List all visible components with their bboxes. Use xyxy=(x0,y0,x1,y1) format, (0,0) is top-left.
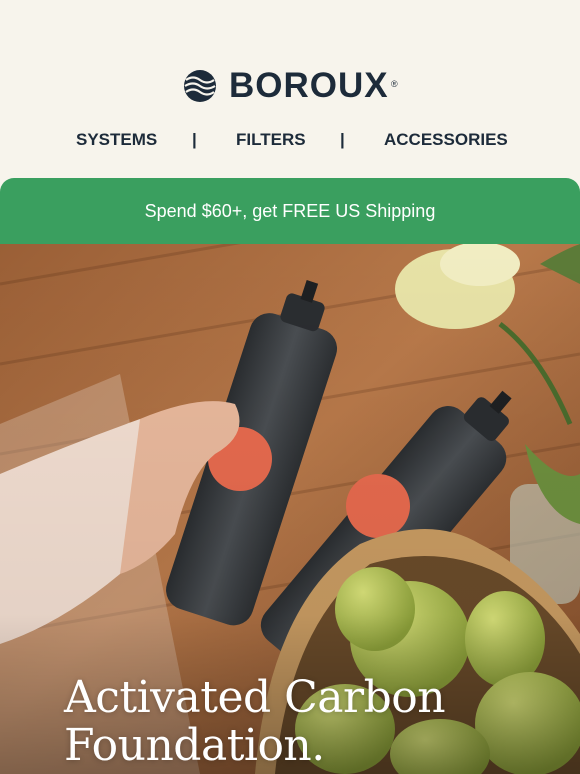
nav-separator: | xyxy=(340,130,345,149)
nav-item-accessories[interactable]: ACCESSORIES xyxy=(384,130,508,150)
hero-image[interactable]: Activated Carbon Foundation. xyxy=(0,244,580,774)
brand-name: BOROUX xyxy=(229,66,389,105)
main-nav: SYSTEMS | FILTERS | ACCESSORIES xyxy=(0,128,580,152)
hero-title-line-1: Activated Carbon xyxy=(64,672,446,723)
promo-text: Spend $60+, get FREE US Shipping xyxy=(144,200,436,221)
nav-item-systems[interactable]: SYSTEMS xyxy=(76,130,157,150)
brand-logo[interactable]: BOROUX ® xyxy=(183,66,398,106)
brand-wordmark: BOROUX ® xyxy=(229,66,398,106)
hero-title: Activated Carbon Foundation. xyxy=(64,672,446,771)
registered-mark: ® xyxy=(390,79,399,89)
hero-title-line-2: Foundation. xyxy=(64,720,325,771)
shipping-promo-banner[interactable]: Spend $60+, get FREE US Shipping xyxy=(0,178,580,244)
email-header: BOROUX ® SYSTEMS | FILTERS | ACCESSORIES xyxy=(0,0,580,178)
wave-logo-icon xyxy=(184,70,216,102)
nav-item-filters[interactable]: FILTERS xyxy=(236,130,306,150)
nav-separator: | xyxy=(192,130,197,149)
